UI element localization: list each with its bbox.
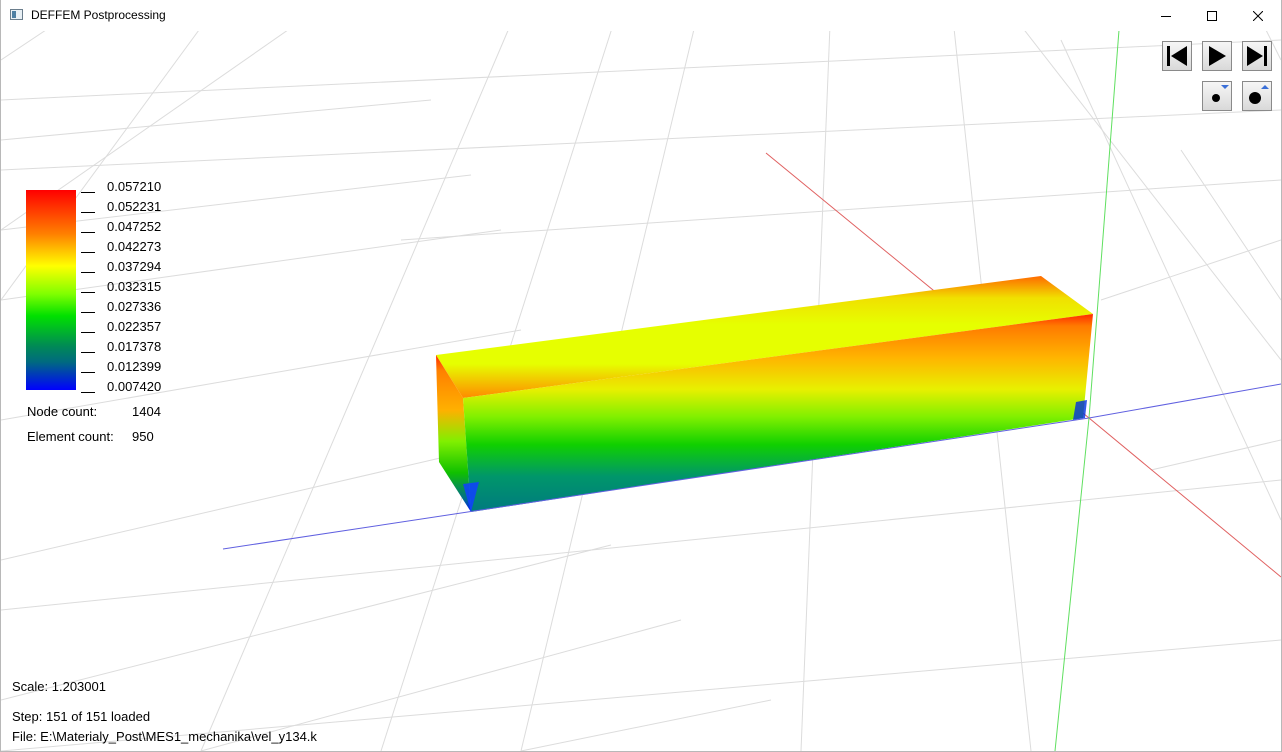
y-axis-back	[1088, 29, 1120, 419]
legend-value: 0.047252	[107, 219, 162, 234]
legend-value-min: 0.007420	[107, 379, 162, 394]
point-size-increase-button[interactable]	[1242, 81, 1272, 111]
legend-tick	[81, 332, 95, 333]
legend-value: 0.052231	[107, 199, 162, 214]
skip-to-end-button[interactable]	[1242, 41, 1272, 71]
grid-line	[1, 229, 502, 301]
element-count-value: 950	[132, 429, 154, 444]
legend-tick	[81, 292, 95, 293]
beam-model[interactable]	[436, 276, 1093, 512]
grid-line	[520, 699, 772, 751]
3d-viewport[interactable]	[1, 0, 1281, 751]
legend-tick	[81, 372, 95, 373]
z-axis-back	[1088, 383, 1281, 419]
title-bar[interactable]: DEFFEM Postprocessing	[1, 0, 1281, 31]
point-size-increase-icon	[1249, 85, 1269, 104]
color-legend-bar	[26, 190, 76, 390]
legend-tick	[81, 212, 95, 213]
legend-value: 0.042273	[107, 239, 162, 254]
window-title: DEFFEM Postprocessing	[31, 8, 166, 22]
element-count-label: Element count:	[27, 429, 114, 444]
legend-value-max: 0.057210	[107, 179, 162, 194]
legend-value: 0.032315	[107, 279, 162, 294]
grid-line	[1180, 149, 1281, 301]
legend-tick	[81, 312, 95, 313]
legend-value: 0.012399	[107, 359, 162, 374]
legend-tick	[81, 252, 95, 253]
legend-tick	[81, 232, 95, 233]
skip-to-start-button[interactable]	[1162, 41, 1192, 71]
legend-value: 0.022357	[107, 319, 162, 334]
node-count-label: Node count:	[27, 404, 98, 419]
skip-to-start-icon	[1167, 46, 1187, 66]
grid-line	[1, 109, 1281, 171]
legend-value: 0.037294	[107, 259, 162, 274]
app-icon	[10, 9, 23, 20]
close-button[interactable]	[1235, 0, 1281, 31]
grid-line	[1, 479, 1281, 611]
legend-tick	[81, 392, 95, 393]
grid-line	[1100, 239, 1281, 301]
legend-value: 0.017378	[107, 339, 162, 354]
app-window: DEFFEM Postprocessing 0.057210 0.052231 …	[0, 0, 1282, 752]
legend-tick	[81, 192, 95, 193]
play-button[interactable]	[1202, 41, 1232, 71]
minimize-button[interactable]	[1143, 0, 1189, 31]
point-size-decrease-icon	[1212, 85, 1229, 102]
node-count-value: 1404	[132, 404, 161, 419]
minimize-icon	[1161, 15, 1171, 17]
maximize-icon	[1207, 10, 1217, 21]
play-icon	[1209, 46, 1226, 66]
legend-value: 0.027336	[107, 299, 162, 314]
grid-line	[1, 39, 1281, 101]
grid-line	[1150, 439, 1281, 471]
maximize-button[interactable]	[1189, 0, 1235, 31]
skip-to-end-icon	[1247, 46, 1267, 66]
grid-line	[1, 99, 432, 141]
y-axis	[1054, 417, 1090, 751]
grid-line	[1, 544, 612, 701]
close-icon	[1253, 10, 1263, 21]
x-axis	[1088, 417, 1281, 578]
file-path-readout: File: E:\Materialy_Post\MES1_mechanika\v…	[12, 729, 317, 744]
scale-readout: Scale: 1.203001	[12, 679, 106, 694]
scene-canvas[interactable]	[1, 0, 1281, 751]
step-readout: Step: 151 of 151 loaded	[12, 709, 151, 724]
legend-tick	[81, 272, 95, 273]
point-size-decrease-button[interactable]	[1202, 81, 1232, 111]
legend-tick	[81, 352, 95, 353]
